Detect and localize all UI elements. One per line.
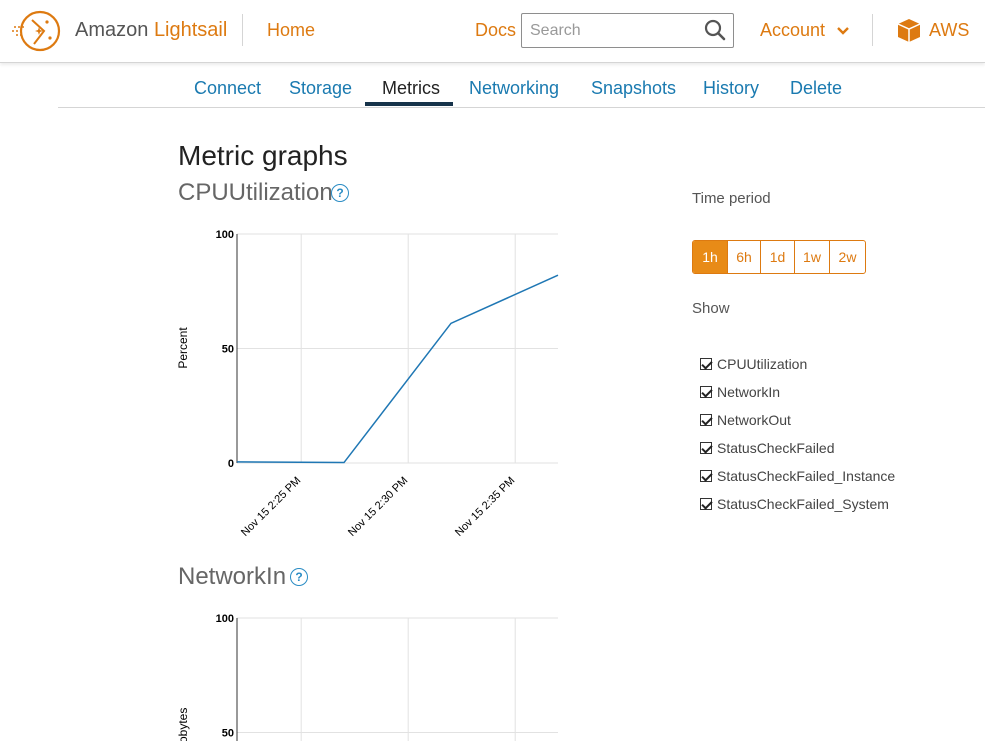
- networkin-y-tick-label: 100: [216, 613, 234, 625]
- cpu-y-axis-label: Percent: [176, 327, 190, 369]
- cpu-series-line: [236, 274, 559, 464]
- period-1h-button[interactable]: 1h: [693, 241, 727, 273]
- cpu-utilization-chart: 0 50 100 Nov 15 2:25 PM Nov 15 2:30 PM Nov 15…: [176, 229, 559, 539]
- tab-delete[interactable]: Delete: [790, 78, 842, 99]
- header-divider: [242, 14, 243, 46]
- search-input[interactable]: [522, 14, 713, 47]
- show-label: Show: [692, 300, 730, 317]
- cpu-y-tick-label: 50: [222, 344, 234, 356]
- tab-networking[interactable]: Networking: [469, 78, 559, 99]
- cpu-chart-title: CPUUtilization: [178, 179, 333, 206]
- tab-connect[interactable]: Connect: [194, 78, 261, 99]
- statuscheckfailed-instance-checkbox[interactable]: [700, 470, 712, 482]
- lightsail-logo-icon[interactable]: [12, 8, 66, 54]
- time-period-label: Time period: [692, 190, 771, 207]
- account-label: Account: [760, 20, 826, 40]
- top-header: Amazon Lightsail Home Docs Account AWS: [0, 0, 985, 63]
- tab-history[interactable]: History: [703, 78, 759, 99]
- statuscheckfailed-label: StatusCheckFailed: [717, 440, 835, 456]
- statuscheckfailed-instance-label: StatusCheckFailed_Instance: [717, 468, 896, 484]
- show-networkout-row[interactable]: NetworkOut: [700, 410, 791, 430]
- home-link[interactable]: Home: [267, 20, 315, 41]
- networkin-chart-title: NetworkIn: [178, 563, 287, 590]
- networkin-y-axis-label: Kilobytes: [176, 708, 190, 741]
- docs-link[interactable]: Docs: [475, 20, 516, 41]
- cpu-y-tick-label: 100: [216, 229, 234, 241]
- show-networkin-row[interactable]: NetworkIn: [700, 382, 780, 402]
- brand-prefix: Amazon: [75, 19, 149, 41]
- chevron-down-icon: [837, 27, 849, 35]
- tab-storage[interactable]: Storage: [289, 78, 352, 99]
- period-6h-button[interactable]: 6h: [727, 241, 760, 273]
- search-icon[interactable]: [704, 19, 726, 41]
- networkin-checkbox[interactable]: [700, 386, 712, 398]
- period-1d-button[interactable]: 1d: [760, 241, 794, 273]
- time-period-selector: 1h 6h 1d 1w 2w: [692, 240, 866, 274]
- search-box: [521, 13, 734, 48]
- networkin-label: NetworkIn: [717, 384, 781, 400]
- cpuutilization-checkbox[interactable]: [700, 358, 712, 370]
- cpu-help-icon[interactable]: ?: [331, 184, 349, 202]
- statuscheckfailed-system-label: StatusCheckFailed_System: [717, 496, 889, 512]
- aws-link[interactable]: AWS: [929, 20, 969, 41]
- networkin-y-tick-label: 50: [222, 728, 234, 740]
- aws-cube-icon: [897, 19, 921, 42]
- period-2w-button[interactable]: 2w: [829, 241, 865, 273]
- cpu-x-tick-label: Nov 15 2:30 PM: [346, 475, 410, 539]
- active-tab-indicator: [365, 102, 453, 106]
- show-statuscheckfailed-row[interactable]: StatusCheckFailed: [700, 438, 835, 458]
- tab-metrics[interactable]: Metrics: [382, 78, 440, 99]
- header-divider: [872, 14, 873, 46]
- cpu-x-tick-label: Nov 15 2:35 PM: [453, 475, 517, 539]
- statuscheckfailed-checkbox[interactable]: [700, 442, 712, 454]
- show-cpuutilization-row[interactable]: CPUUtilization: [700, 354, 807, 374]
- brand-name[interactable]: Amazon Lightsail: [75, 19, 227, 42]
- networkin-help-icon[interactable]: ?: [290, 568, 308, 586]
- networkout-label: NetworkOut: [717, 412, 791, 428]
- networkout-checkbox[interactable]: [700, 414, 712, 426]
- cpu-y-tick-label: 0: [228, 458, 234, 470]
- tab-snapshots[interactable]: Snapshots: [591, 78, 676, 99]
- page-title: Metric graphs: [178, 140, 348, 171]
- statuscheckfailed-system-checkbox[interactable]: [700, 498, 712, 510]
- account-menu[interactable]: Account: [760, 20, 850, 41]
- period-1w-button[interactable]: 1w: [794, 241, 829, 273]
- cpuutilization-label: CPUUtilization: [717, 356, 808, 372]
- show-statuscheckfailed-system-row[interactable]: StatusCheckFailed_System: [700, 494, 889, 514]
- show-statuscheckfailed-instance-row[interactable]: StatusCheckFailed_Instance: [700, 466, 895, 486]
- networkin-chart: 50 100 Kilobytes: [176, 613, 558, 741]
- cpu-x-tick-label: Nov 15 2:25 PM: [239, 475, 303, 539]
- brand-product: Lightsail: [153, 19, 228, 41]
